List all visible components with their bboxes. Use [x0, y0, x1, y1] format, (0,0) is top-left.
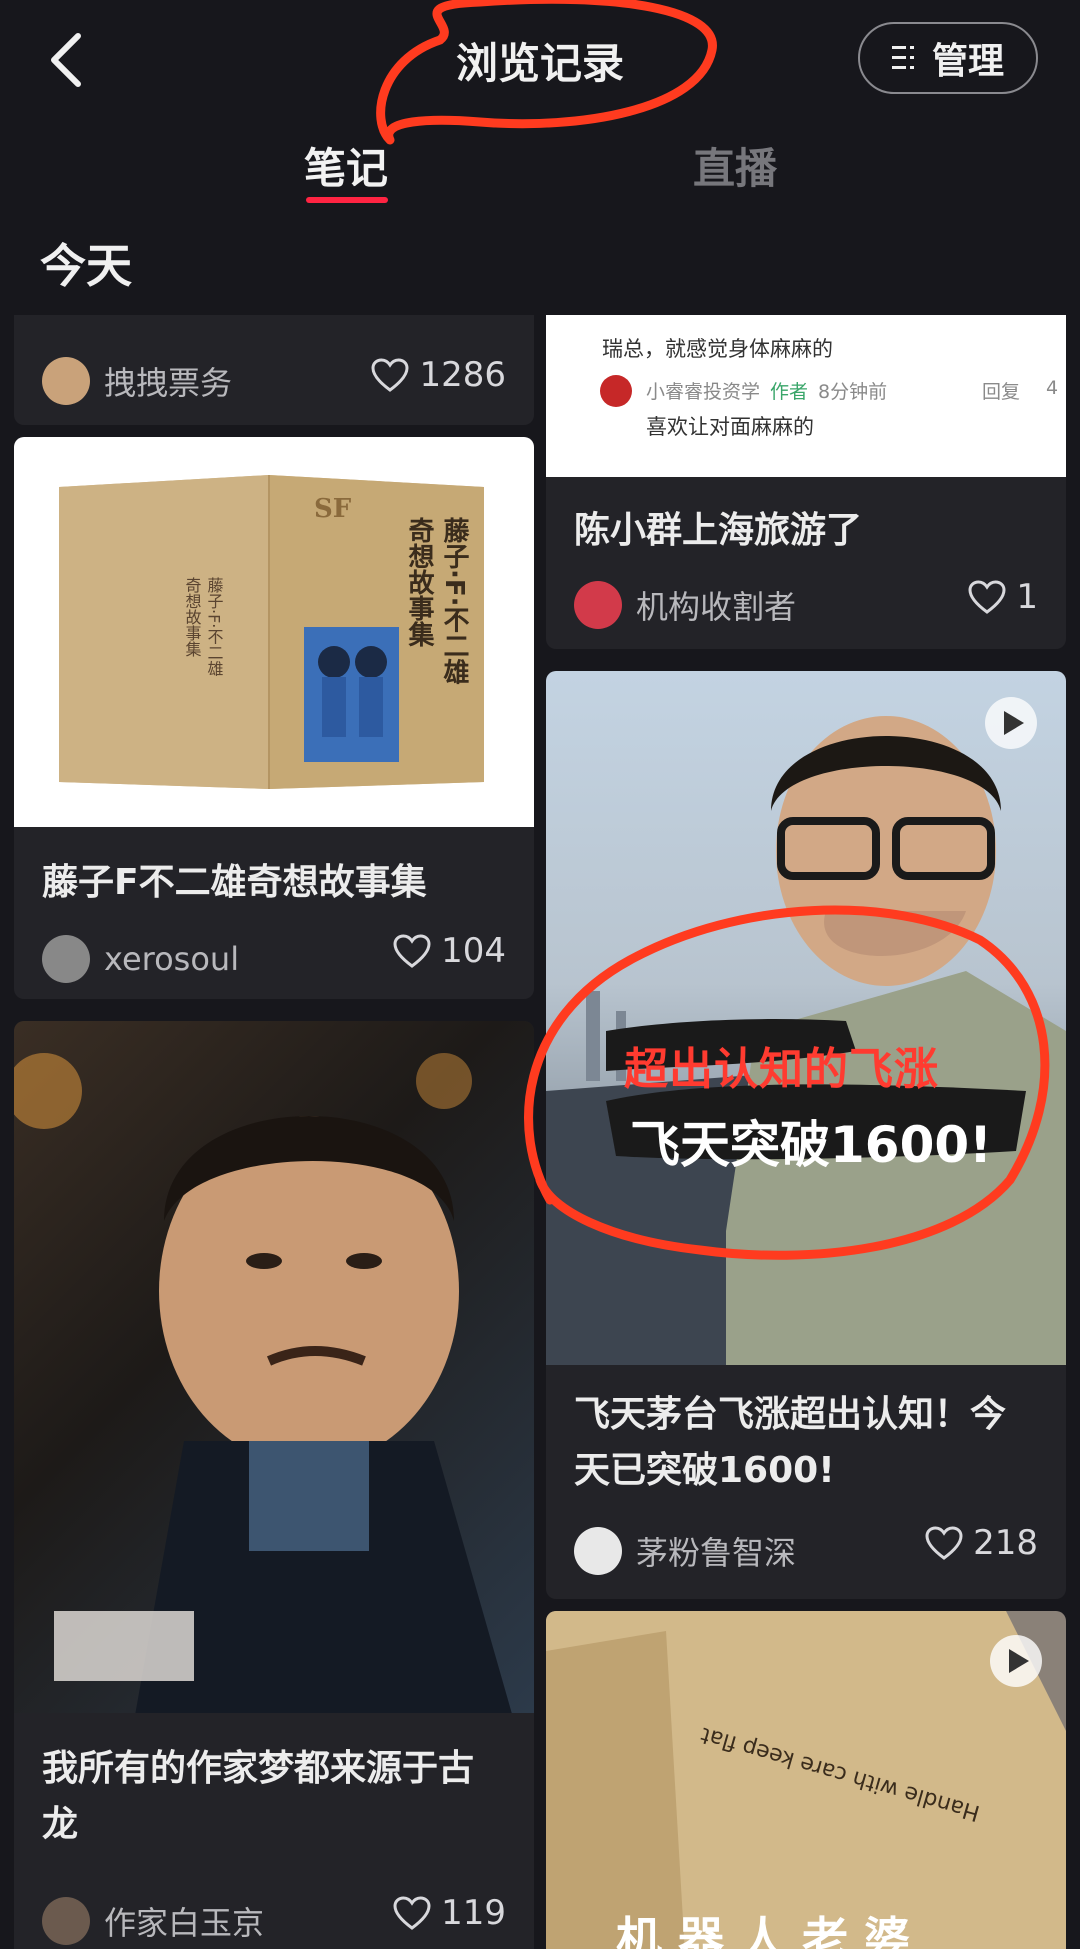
video-illustration [546, 697, 1066, 1365]
overlay-text-2: 飞天突破1600! [630, 1116, 992, 1174]
author-name: 机构收割者 [636, 588, 797, 626]
active-tab-indicator [306, 197, 388, 203]
heart-icon [968, 580, 1006, 614]
video-thumbnail: 超出认知的飞涨 飞天突破1600! [546, 671, 1066, 1365]
section-today: 今天 [40, 239, 132, 293]
reply-user: 小睿睿投资学 [646, 381, 761, 403]
avatar [574, 1527, 622, 1575]
tab-bar: 笔记 直播 [0, 135, 1080, 205]
card-author: 茅粉鲁智深 [574, 1527, 796, 1575]
overlay-text: 机 器 人 老 婆 [616, 1912, 911, 1949]
avatar [42, 935, 90, 983]
note-card[interactable]: 瑞总，就感觉身体麻麻的 小睿睿投资学 作者 8分钟前 回复 4 喜欢让对面麻麻的… [546, 315, 1066, 649]
author-name: xerosoul [104, 940, 240, 978]
overlay-text-1: 超出认知的飞涨 [624, 1044, 939, 1095]
author-name: 作家白玉京 [104, 1904, 265, 1942]
author-name: 拽拽票务 [104, 364, 233, 402]
heart-icon [371, 358, 409, 392]
note-card[interactable]: 拽拽票务 1286 [14, 315, 534, 425]
heart-icon [925, 1526, 963, 1560]
book-box-illustration: SF 藤子·F·不二雄 奇想故事集 藤子·F·不二雄 奇想故事集 [59, 475, 484, 789]
comment-screenshot: 瑞总，就感觉身体麻麻的 小睿睿投资学 作者 8分钟前 回复 4 喜欢让对面麻麻的 [546, 315, 1066, 477]
svg-text:奇想故事集: 奇想故事集 [183, 577, 202, 657]
like-count[interactable]: 218 [925, 1523, 1038, 1563]
reply-count: 4 [1046, 377, 1059, 399]
portrait-illustration [14, 1053, 514, 1721]
card-author: 作家白玉京 [42, 1897, 264, 1945]
svg-text:藤子·F·不二雄: 藤子·F·不二雄 [439, 517, 470, 685]
avatar [42, 1897, 90, 1945]
svg-text:奇想故事集: 奇想故事集 [404, 517, 435, 647]
comment-text: 瑞总，就感觉身体麻麻的 [602, 337, 833, 361]
like-count[interactable]: 1286 [371, 355, 506, 395]
card-author: 机构收割者 [574, 581, 796, 629]
svg-text:藤子·F·不二雄: 藤子·F·不二雄 [205, 577, 224, 676]
manage-button[interactable]: 管理 [858, 22, 1038, 94]
card-title-line: 龙 [42, 1804, 79, 1845]
reply-text: 喜欢让对面麻麻的 [646, 415, 814, 439]
portrait-photo [14, 1021, 534, 1721]
avatar [574, 581, 622, 629]
video-thumbnail: Handle with care keep flat 机 器 人 老 婆 [546, 1611, 1066, 1949]
card-author: xerosoul [42, 935, 239, 983]
avatar [42, 357, 90, 405]
reply-avatar [600, 375, 632, 407]
note-card[interactable]: SF 藤子·F·不二雄 奇想故事集 藤子·F·不二雄 奇想故事集 藤子F不二雄奇… [14, 437, 534, 999]
reply-meta: 小睿睿投资学 作者 8分钟前 [646, 377, 887, 404]
note-card[interactable]: 我所有的作家梦都来源于古 龙 作家白玉京 119 [14, 1021, 534, 1949]
history-feed[interactable]: 拽拽票务 1286 SF 藤子·F·不二雄 奇想故事集 藤子·F·不二雄 奇想故… [0, 315, 1080, 1949]
tab-notes[interactable]: 笔记 [304, 135, 388, 196]
like-count[interactable]: 119 [393, 1893, 506, 1933]
like-count[interactable]: 1 [968, 577, 1038, 617]
card-author: 拽拽票务 [42, 357, 232, 405]
note-card[interactable]: 超出认知的飞涨 飞天突破1600! 飞天茅台飞涨超出认知！今 天已突破1600!… [546, 671, 1066, 1599]
like-count[interactable]: 104 [393, 931, 506, 971]
book-cover-image: SF 藤子·F·不二雄 奇想故事集 藤子·F·不二雄 奇想故事集 [14, 437, 534, 827]
heart-icon [393, 1896, 431, 1930]
author-name: 茅粉鲁智深 [636, 1534, 797, 1572]
note-card[interactable]: Handle with care keep flat 机 器 人 老 婆 [546, 1611, 1066, 1949]
card-title: 藤子F不二雄奇想故事集 [42, 862, 427, 903]
manage-label: 管理 [931, 41, 1004, 82]
list-icon [891, 46, 914, 69]
author-tag: 作者 [770, 381, 809, 403]
card-title: 陈小群上海旅游了 [574, 510, 863, 551]
top-bar: 浏览记录 管理 笔记 直播 今天 [0, 0, 1080, 293]
card-title-line: 我所有的作家梦都来源于古 [42, 1748, 475, 1789]
reply-action[interactable]: 回复 [982, 377, 1020, 404]
tab-live[interactable]: 直播 [693, 135, 777, 196]
box-illustration [546, 1611, 1066, 1949]
heart-icon [393, 934, 431, 968]
card-title-line: 天已突破1600! [574, 1450, 835, 1491]
card-title-line: 飞天茅台飞涨超出认知！今 [574, 1394, 1007, 1435]
sf-logo: SF [314, 494, 352, 524]
reply-time: 8分钟前 [818, 381, 888, 403]
